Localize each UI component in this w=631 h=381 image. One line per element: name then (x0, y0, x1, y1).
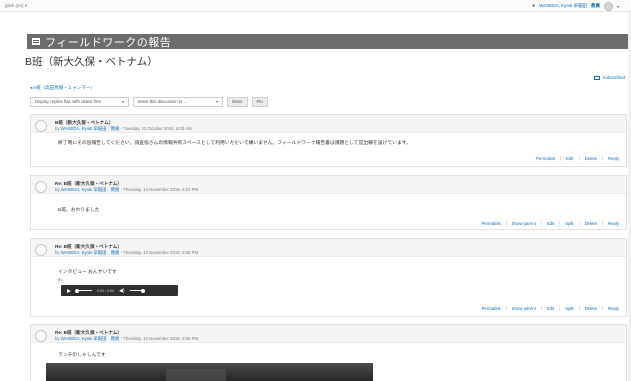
edit-link[interactable]: Edit (560, 156, 578, 161)
pin-button[interactable]: Pin (251, 96, 268, 107)
chevron-down-icon: ▾ (122, 100, 124, 104)
post-message: B班、おわりました (58, 208, 100, 213)
forum-post: Re: B班（新大久保・ベトナム） by WASEDA, Kyoin 早稲田 教… (30, 324, 627, 381)
forum-post: Re: B班（新大久保・ベトナム） by WASEDA, Kyoin 早稲田 教… (30, 238, 627, 317)
reply-link[interactable]: Reply (602, 221, 624, 226)
chevron-down-icon: ▾ (216, 100, 218, 104)
forum-header: フィールドワークの報告 (27, 34, 629, 49)
subscribed-label: Subscribed (602, 75, 625, 80)
volume-slider[interactable] (129, 288, 145, 293)
post-message: インタビュー おんせいです (58, 270, 117, 275)
delete-link[interactable]: Delete (578, 221, 602, 226)
display-mode-value: Display replies flat, with oldest first (35, 99, 101, 104)
author-link[interactable]: WASEDA, Kyoin 早稲田 教員 (61, 187, 120, 192)
author-link[interactable]: WASEDA, Kyoin 早稲田 教員 (61, 126, 120, 131)
audio-progress-slider[interactable] (75, 288, 92, 293)
audio-player[interactable]: 0:00 / 0:00 ◀) (61, 285, 178, 296)
split-link[interactable]: Split (559, 306, 578, 311)
post-actions: Permalink Show parent Edit Split Delete … (477, 221, 624, 226)
move-button[interactable]: Move (227, 96, 248, 107)
by-label: by (55, 336, 60, 341)
user-role: 教員 (590, 3, 600, 8)
post-byline: by WASEDA, Kyoin 早稲田 教員 - Tuesday, 22 Oc… (55, 126, 192, 132)
delete-link[interactable]: Delete (578, 156, 602, 161)
by-label: by (55, 126, 60, 131)
by-label: by (55, 250, 60, 255)
show-parent-link[interactable]: Show parent (505, 306, 541, 311)
post-date: - Thursday, 14 November 2019, 5:24 PM (120, 187, 199, 192)
post-actions: Permalink Edit Delete Reply (531, 156, 624, 161)
discussion-controls: Display replies flat, with oldest first … (30, 96, 268, 107)
delete-link[interactable]: Delete (578, 306, 602, 311)
audio-file-link[interactable]: m (58, 277, 62, 282)
reply-link[interactable]: Reply (602, 156, 624, 161)
chevron-down-icon[interactable]: ▾ (617, 4, 619, 9)
discussion-title: B班（新大久保・ベトナム） (25, 56, 158, 68)
reply-link[interactable]: Reply (602, 306, 624, 311)
author-avatar[interactable] (35, 181, 47, 193)
language-menu[interactable]: glish (en) ▾ (5, 3, 27, 9)
post-date: - Tuesday, 22 October 2019, 6:03 AM (120, 126, 192, 131)
mail-icon (594, 75, 601, 80)
post-actions: Permalink Show parent Edit Split Delete … (477, 306, 624, 311)
author-avatar[interactable] (35, 330, 47, 342)
user-name: WASEDA, Kyoin 早稲田 (539, 3, 587, 8)
permalink-link[interactable]: Permalink (477, 306, 506, 311)
post-date: - Thursday, 14 November 2019, 5:25 PM (120, 250, 199, 255)
split-link[interactable]: Split (559, 221, 578, 226)
forum-post: B班（新大久保・ベトナム） by WASEDA, Kyoin 早稲田 教員 - … (30, 114, 627, 167)
move-discussion-value: Move this discussion to ... (138, 99, 188, 104)
post-byline: by WASEDA, Kyoin 早稲田 教員 - Thursday, 14 N… (55, 336, 198, 342)
edit-link[interactable]: Edit (540, 221, 559, 226)
display-mode-select[interactable]: Display replies flat, with oldest first … (30, 96, 129, 107)
by-label: by (55, 187, 60, 192)
post-date: - Thursday, 14 November 2019, 5:26 PM (120, 336, 199, 341)
author-avatar[interactable] (35, 120, 47, 132)
post-message: ランチのしゃしんです (58, 353, 106, 358)
author-avatar[interactable] (35, 244, 47, 256)
edit-link[interactable]: Edit (540, 306, 559, 311)
play-icon[interactable] (67, 288, 71, 293)
user-avatar[interactable] (603, 1, 613, 11)
author-link[interactable]: WASEDA, Kyoin 早稲田 教員 (61, 336, 120, 341)
show-parent-link[interactable]: Show parent (505, 221, 541, 226)
move-discussion-select[interactable]: Move this discussion to ... ▾ (133, 96, 223, 107)
chat-icon[interactable]: ● (532, 3, 535, 9)
post-byline: by WASEDA, Kyoin 早稲田 教員 - Thursday, 14 N… (55, 187, 198, 193)
forum-icon (32, 38, 40, 45)
forum-title: フィールドワークの報告 (45, 36, 172, 49)
subscribed-toggle[interactable]: Subscribed (594, 75, 625, 80)
post-byline: by WASEDA, Kyoin 早稲田 教員 - Thursday, 14 N… (55, 250, 198, 256)
user-menu[interactable]: ● WASEDA, Kyoin 早稲田 教員 ▾ (532, 1, 619, 11)
lunch-photo (46, 363, 373, 381)
author-link[interactable]: WASEDA, Kyoin 早稲田 教員 (61, 250, 120, 255)
post-message: 終了時にその旨報告してください。調査協さんの情報共有スペースとして利用いただいて… (58, 141, 411, 146)
forum-post: Re: B班（新大久保・ベトナム） by WASEDA, Kyoin 早稲田 教… (30, 175, 627, 230)
previous-discussion-link[interactable]: ◂ A班（高田馬場・ミャンマー） (30, 85, 95, 91)
permalink-link[interactable]: Permalink (531, 156, 560, 161)
permalink-link[interactable]: Permalink (477, 221, 506, 226)
audio-time: 0:00 / 0:00 (97, 288, 114, 293)
volume-icon[interactable]: ◀) (119, 288, 125, 294)
top-navbar: glish (en) ▾ ● WASEDA, Kyoin 早稲田 教員 ▾ (0, 0, 631, 12)
